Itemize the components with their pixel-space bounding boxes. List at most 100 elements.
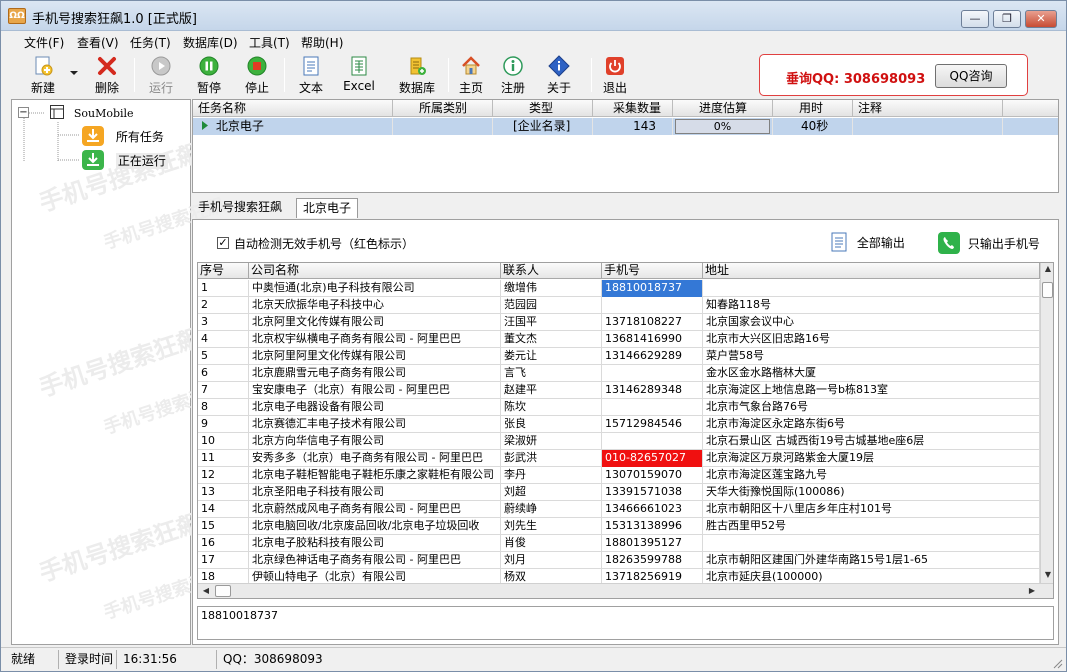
address[interactable]: 金水区金水路楷林大厦 <box>703 365 1040 382</box>
table-row[interactable]: 10 北京方向华信电子有限公司 梁淑妍 北京石景山区 古城西街19号古城基地e座6层 <box>198 433 1040 450</box>
tree-root[interactable]: SouMobile <box>50 105 134 120</box>
row-index[interactable]: 6 <box>198 365 249 382</box>
row-index[interactable]: 8 <box>198 399 249 416</box>
resize-grip-icon[interactable] <box>1051 657 1063 669</box>
address[interactable] <box>703 280 1040 297</box>
table-row[interactable]: 7 宝安康电子（北京）有限公司 - 阿里巴巴 赵建平 13146289348 北京海淀区… <box>198 382 1040 399</box>
auto-check-checkbox[interactable]: ✓ <box>217 237 229 249</box>
delete-button[interactable]: 删除 <box>91 55 123 95</box>
table-row[interactable]: 2 北京天欣振华电子科技中心 范园园 知春路118号 <box>198 297 1040 314</box>
export-mobile-button[interactable]: 只输出手机号 <box>938 232 1040 256</box>
row-index[interactable]: 7 <box>198 382 249 399</box>
address[interactable]: 北京市气象台路76号 <box>703 399 1040 416</box>
table-row[interactable]: 15 北京电脑回收/北京废品回收/北京电子垃圾回收 刘先生 15313138996 胜古… <box>198 518 1040 535</box>
row-index[interactable]: 3 <box>198 314 249 331</box>
register-button[interactable]: 注册 <box>497 55 529 95</box>
company-name[interactable]: 宝安康电子（北京）有限公司 - 阿里巴巴 <box>249 382 501 399</box>
contact-name[interactable]: 肖俊 <box>501 535 602 552</box>
row-index[interactable]: 14 <box>198 501 249 518</box>
address[interactable]: 北京海淀区万泉河路紫金大厦19层 <box>703 450 1040 467</box>
phone-number[interactable]: 13146629289 <box>602 348 703 365</box>
row-index[interactable]: 1 <box>198 280 249 297</box>
tab-beijing-electronics[interactable]: 北京电子 <box>296 198 359 218</box>
contact-name[interactable]: 蔚续峥 <box>501 501 602 518</box>
contact-name[interactable]: 刘先生 <box>501 518 602 535</box>
tree-collapse-toggle[interactable]: − <box>18 107 29 118</box>
row-index[interactable]: 9 <box>198 416 249 433</box>
address[interactable]: 北京国家会议中心 <box>703 314 1040 331</box>
table-row[interactable]: 8 北京电子电器设备有限公司 陈坎 北京市气象台路76号 <box>198 399 1040 416</box>
contact-name[interactable]: 陈坎 <box>501 399 602 416</box>
detail-textbox[interactable]: 18810018737 <box>197 606 1054 640</box>
phone-number[interactable]: 15712984546 <box>602 416 703 433</box>
company-name[interactable]: 北京赛德汇丰电子技术有限公司 <box>249 416 501 433</box>
phone-number[interactable]: 18801395127 <box>602 535 703 552</box>
contact-name[interactable]: 范园园 <box>501 297 602 314</box>
menu-help[interactable]: 帮助(H) <box>301 34 343 51</box>
company-name[interactable]: 北京电子电器设备有限公司 <box>249 399 501 416</box>
phone-number[interactable] <box>602 433 703 450</box>
phone-number[interactable]: 18263599788 <box>602 552 703 569</box>
task-row[interactable]: 北京电子 [企业名录] 143 0% 40秒 <box>193 118 1058 135</box>
address[interactable]: 北京海淀区上地信息路一号b栋813室 <box>703 382 1040 399</box>
menu-view[interactable]: 查看(V) <box>77 34 119 51</box>
table-row[interactable]: 9 北京赛德汇丰电子技术有限公司 张良 15712984546 北京市海淀区永定路东街6… <box>198 416 1040 433</box>
company-name[interactable]: 北京阿里阿里文化传媒有限公司 <box>249 348 501 365</box>
vertical-scrollbar[interactable]: ▲ ▼ <box>1040 263 1053 583</box>
table-row[interactable]: 6 北京鹿鼎雪元电子商务有限公司 言飞 金水区金水路楷林大厦 <box>198 365 1040 382</box>
company-name[interactable]: 北京电子鞋柜智能电子鞋柜乐康之家鞋柜有限公司 <box>249 467 501 484</box>
horizontal-scrollbar[interactable]: ◀ ▶ <box>198 583 1053 598</box>
maximize-button[interactable]: ❐ <box>993 10 1021 28</box>
row-index[interactable]: 5 <box>198 348 249 365</box>
company-name[interactable]: 北京电子胶粘科技有限公司 <box>249 535 501 552</box>
row-index[interactable]: 11 <box>198 450 249 467</box>
company-name[interactable]: 北京电脑回收/北京废品回收/北京电子垃圾回收 <box>249 518 501 535</box>
company-name[interactable]: 北京蔚然成风电子商务有限公司 - 阿里巴巴 <box>249 501 501 518</box>
phone-number[interactable]: 010-82657027 <box>602 450 703 467</box>
company-name[interactable]: 北京绿色神话电子商务有限公司 - 阿里巴巴 <box>249 552 501 569</box>
table-row[interactable]: 11 安秀多多（北京）电子商务有限公司 - 阿里巴巴 彭武洪 010-82657027… <box>198 450 1040 467</box>
contact-name[interactable]: 彭武洪 <box>501 450 602 467</box>
menu-database[interactable]: 数据库(D) <box>183 34 238 51</box>
phone-number[interactable]: 13466661023 <box>602 501 703 518</box>
column-header[interactable]: 所属类别 <box>393 100 493 117</box>
address[interactable]: 知春路118号 <box>703 297 1040 314</box>
company-name[interactable]: 北京鹿鼎雪元电子商务有限公司 <box>249 365 501 382</box>
scroll-down-icon[interactable]: ▼ <box>1041 570 1053 579</box>
tree-item-all-tasks[interactable]: 所有任务 <box>82 126 164 146</box>
new-button[interactable]: 新建 <box>27 55 59 95</box>
company-name[interactable]: 安秀多多（北京）电子商务有限公司 - 阿里巴巴 <box>249 450 501 467</box>
table-row[interactable]: 5 北京阿里阿里文化传媒有限公司 娄元让 13146629289 菜户营58号 <box>198 348 1040 365</box>
row-index[interactable]: 13 <box>198 484 249 501</box>
table-row[interactable]: 3 北京阿里文化传媒有限公司 汪国平 13718108227 北京国家会议中心 <box>198 314 1040 331</box>
exit-button[interactable]: 退出 <box>599 55 631 95</box>
address[interactable]: 北京市朝阳区建国门外建华南路15号1层1-65 <box>703 552 1040 569</box>
address[interactable]: 北京市朝阳区十八里店乡年庄村101号 <box>703 501 1040 518</box>
contact-name[interactable]: 赵建平 <box>501 382 602 399</box>
excel-export-button[interactable]: Excel <box>341 55 377 95</box>
table-row[interactable]: 4 北京权宇纵横电子商务有限公司 - 阿里巴巴 董文杰 13681416990 北京市大… <box>198 331 1040 348</box>
table-row[interactable]: 16 北京电子胶粘科技有限公司 肖俊 18801395127 <box>198 535 1040 552</box>
row-index[interactable]: 15 <box>198 518 249 535</box>
address[interactable]: 胜古西里甲52号 <box>703 518 1040 535</box>
pause-button[interactable]: 暂停 <box>193 55 225 95</box>
row-index[interactable]: 4 <box>198 331 249 348</box>
contact-name[interactable]: 张良 <box>501 416 602 433</box>
about-button[interactable]: 关于 <box>543 55 575 95</box>
menu-file[interactable]: 文件(F) <box>24 34 64 51</box>
company-name[interactable]: 中奥恒通(北京)电子科技有限公司 <box>249 280 501 297</box>
phone-number[interactable]: 13391571038 <box>602 484 703 501</box>
phone-number[interactable]: 13070159070 <box>602 467 703 484</box>
table-row[interactable]: 14 北京蔚然成风电子商务有限公司 - 阿里巴巴 蔚续峥 13466661023 北京市… <box>198 501 1040 518</box>
stop-button[interactable]: 停止 <box>241 55 273 95</box>
text-export-button[interactable]: 文本 <box>295 55 327 95</box>
table-row[interactable]: 1 中奥恒通(北京)电子科技有限公司 缴增伟 18810018737 <box>198 280 1040 297</box>
phone-number[interactable] <box>602 399 703 416</box>
address[interactable]: 菜户营58号 <box>703 348 1040 365</box>
address[interactable]: 北京市海淀区永定路东街6号 <box>703 416 1040 433</box>
column-header[interactable]: 采集数量 <box>593 100 673 117</box>
qq-consult-button[interactable]: QQ咨询 <box>935 64 1007 88</box>
phone-number[interactable] <box>602 297 703 314</box>
row-index[interactable]: 16 <box>198 535 249 552</box>
column-header[interactable]: 类型 <box>493 100 593 117</box>
